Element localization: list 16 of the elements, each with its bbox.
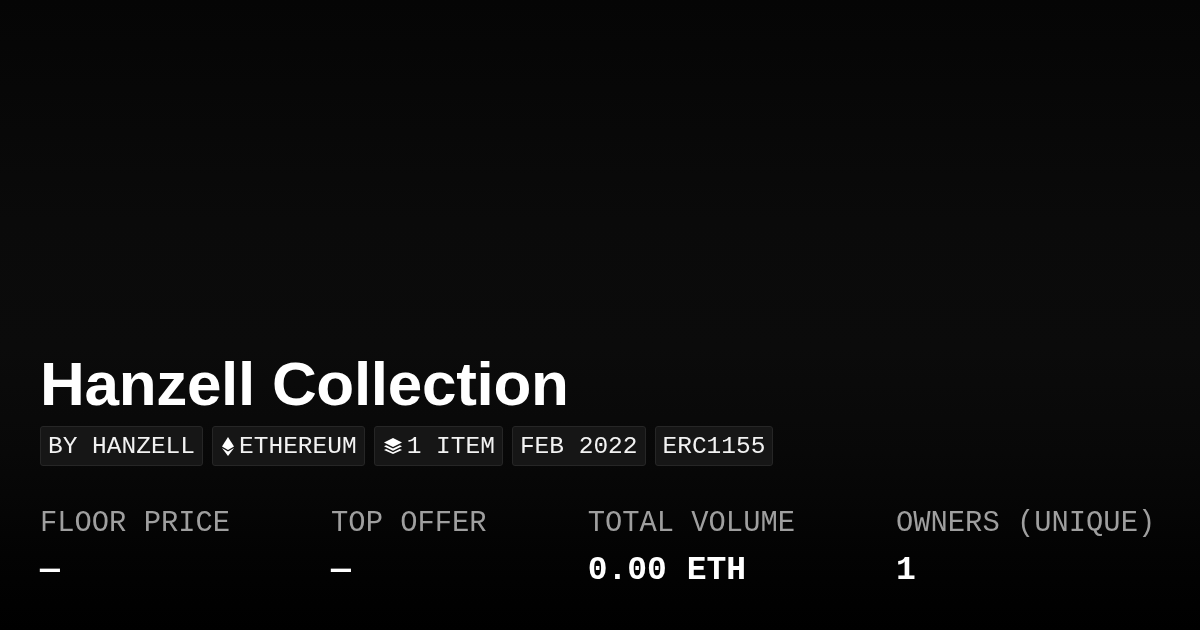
stat-label: OWNERS (UNIQUE)	[896, 506, 1156, 542]
stat-value: —	[331, 552, 352, 590]
stat-label: TOP OFFER	[331, 506, 487, 542]
stat-value: 0.00 ETH	[587, 552, 748, 590]
info-tag: ERC1155	[654, 426, 774, 466]
diamond-icon	[222, 436, 235, 456]
tag-label: ETHEREUM	[239, 432, 357, 460]
layers-icon	[383, 438, 402, 454]
info-tag: FEB 2022	[511, 426, 646, 466]
collection-title: Hanzell Collection	[40, 349, 569, 419]
info-tag: BY HANZELL	[40, 426, 204, 466]
stat-label: FLOOR PRICE	[40, 506, 231, 542]
stat-value: —	[40, 552, 61, 590]
stat-label: TOTAL VOLUME	[587, 506, 795, 542]
stat-value: 1	[896, 552, 917, 590]
tag-label: 1 ITEM	[406, 432, 495, 460]
